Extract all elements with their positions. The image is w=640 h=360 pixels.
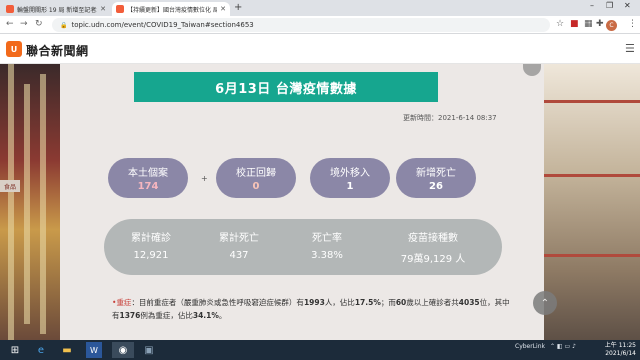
severe-case-note: •重症：目前重症者（嚴重肺炎或急性呼吸窘迫症候群）有1993人，佔比17.5%；… bbox=[112, 296, 512, 322]
clock-time: 上午 11:25 bbox=[604, 342, 636, 349]
stat-value: 12,921 bbox=[133, 250, 169, 261]
note-number: 34.1% bbox=[192, 311, 219, 320]
stat-label: 本土個案 bbox=[128, 168, 168, 179]
stat-new-deaths: 新增死亡 26 bbox=[396, 158, 476, 198]
browser-tab[interactable]: 輪盤開關形 19 局 新增至記者本次 ✕ bbox=[2, 2, 110, 16]
ie-browser-icon[interactable]: e bbox=[30, 342, 52, 358]
note-text: 人，佔比 bbox=[324, 298, 355, 307]
new-tab-button[interactable]: + bbox=[234, 2, 242, 13]
stat-value: 3.38% bbox=[311, 250, 343, 261]
reload-icon[interactable]: ↻ bbox=[35, 19, 43, 29]
background-photo-left: 食品 bbox=[0, 64, 60, 340]
stat-imported-cases: 境外移入 1 bbox=[310, 158, 390, 198]
address-bar[interactable]: 🔒 topic.udn.com/event/COVID19_Taiwan#sec… bbox=[52, 18, 550, 32]
background-photo-right bbox=[544, 64, 640, 340]
stat-label: 疫苗接種數 bbox=[408, 233, 458, 244]
url-text: topic.udn.com/event/COVID19_Taiwan#secti… bbox=[71, 21, 254, 29]
scroll-handle[interactable] bbox=[523, 64, 541, 76]
stat-label: 校正回歸 bbox=[236, 168, 276, 179]
stat-label: 境外移入 bbox=[330, 168, 370, 179]
forward-icon[interactable]: → bbox=[20, 19, 28, 29]
pdf-extension-icon[interactable]: ■ bbox=[570, 19, 579, 29]
stat-label: 死亡率 bbox=[312, 233, 342, 244]
site-favicon-icon bbox=[116, 5, 124, 13]
taskbar: ⊞ e ▬ W ◉ ▣ CyberLink ⌃ ◧ ▭ ♪ 上午 11:25 2… bbox=[0, 340, 640, 360]
stat-vaccinations: 疫苗接種數 79萬9,129 人 bbox=[378, 229, 488, 265]
stat-total-deaths: 累計死亡 437 bbox=[194, 229, 284, 261]
hamburger-menu-icon[interactable]: ☰ bbox=[625, 42, 635, 55]
lock-icon: 🔒 bbox=[60, 21, 68, 29]
stat-label: 新增死亡 bbox=[416, 168, 456, 179]
close-tab-icon[interactable]: ✕ bbox=[100, 5, 106, 13]
file-explorer-icon[interactable]: ▬ bbox=[56, 342, 78, 358]
extension-icon[interactable]: ▦ bbox=[584, 19, 593, 29]
note-keyword: 重症 bbox=[116, 298, 132, 307]
stat-death-rate: 死亡率 3.38% bbox=[282, 229, 372, 261]
stat-total-cases: 累計確診 12,921 bbox=[106, 229, 196, 261]
maximize-icon[interactable]: ❐ bbox=[606, 1, 613, 10]
browser-tab-strip: 輪盤開關形 19 局 新增至記者本次 ✕ 【持續更新】國台灣疫情數位化 局 ✕ … bbox=[0, 0, 640, 16]
store-sign: 食品 bbox=[0, 180, 20, 192]
close-tab-icon[interactable]: ✕ bbox=[220, 5, 226, 13]
note-text: 例為重症，佔比 bbox=[140, 311, 193, 320]
back-to-top-button[interactable]: ⌃ bbox=[533, 291, 557, 315]
star-icon[interactable]: ☆ bbox=[556, 19, 564, 29]
note-text: ；而 bbox=[380, 298, 396, 307]
site-header: U 聯合新聞網 ☰ bbox=[0, 34, 640, 64]
stat-local-cases: 本土個案 174 bbox=[108, 158, 188, 198]
back-icon[interactable]: ← bbox=[6, 19, 14, 29]
word-icon[interactable]: W bbox=[86, 342, 102, 358]
page-title: 6月13日 台灣疫情數據 bbox=[134, 72, 438, 102]
tab-title: 【持續更新】國台灣疫情數位化 局 bbox=[127, 6, 218, 14]
stat-backlog-cases: 校正回歸 0 bbox=[216, 158, 296, 198]
note-number: 60 bbox=[395, 298, 407, 307]
update-timestamp: 更新時間：2021-6-14 08:37 bbox=[403, 114, 497, 122]
tray-icons[interactable]: ⌃ ◧ ▭ ♪ bbox=[550, 343, 576, 350]
note-text: ：目前重症者（嚴重肺炎或急性呼吸窘迫症候群）有 bbox=[131, 298, 304, 307]
clock-date: 2021/6/14 bbox=[605, 350, 636, 357]
stat-label: 累計死亡 bbox=[219, 233, 259, 244]
note-text: 歲以上確診者共 bbox=[406, 298, 459, 307]
note-text: 。 bbox=[218, 311, 227, 320]
content-panel: 6月13日 台灣疫情數據 更新時間：2021-6-14 08:37 本土個案 1… bbox=[60, 64, 544, 340]
menu-kebab-icon[interactable]: ⋮ bbox=[628, 19, 637, 29]
stat-value: 0 bbox=[252, 181, 260, 192]
puzzle-icon[interactable]: ✚ bbox=[596, 19, 604, 29]
note-number: 1993 bbox=[303, 298, 325, 307]
browser-toolbar: ← → ↻ 🔒 topic.udn.com/event/COVID19_Taiw… bbox=[0, 16, 640, 34]
stat-value: 174 bbox=[137, 181, 159, 192]
app-icon[interactable]: ▣ bbox=[138, 342, 160, 358]
cumulative-stats-bar: 累計確診 12,921 累計死亡 437 死亡率 3.38% 疫苗接種數 79萬… bbox=[104, 219, 502, 275]
tab-title: 輪盤開關形 19 局 新增至記者本次 bbox=[17, 6, 97, 14]
close-window-icon[interactable]: ✕ bbox=[624, 1, 631, 10]
profile-avatar[interactable]: C bbox=[606, 20, 617, 31]
windows-start-icon[interactable]: ⊞ bbox=[4, 342, 26, 358]
tray-app-label[interactable]: CyberLink bbox=[515, 343, 545, 350]
stat-label: 累計確診 bbox=[131, 233, 171, 244]
stat-value: 79萬9,129 人 bbox=[400, 254, 466, 265]
plus-sign: + bbox=[201, 174, 208, 183]
browser-tab-active[interactable]: 【持續更新】國台灣疫情數位化 局 ✕ bbox=[112, 2, 230, 16]
chrome-icon[interactable]: ◉ bbox=[112, 342, 134, 358]
note-number: 1376 bbox=[119, 311, 141, 320]
stat-value: 26 bbox=[429, 181, 443, 192]
udn-logo-icon[interactable]: U bbox=[6, 41, 22, 57]
minimize-icon[interactable]: – bbox=[590, 1, 594, 10]
system-clock[interactable]: 上午 11:25 2021/6/14 bbox=[598, 342, 636, 358]
note-number: 4035 bbox=[458, 298, 480, 307]
note-number: 17.5% bbox=[354, 298, 381, 307]
stat-value: 437 bbox=[229, 250, 249, 261]
site-favicon-icon bbox=[6, 5, 14, 13]
site-brand[interactable]: 聯合新聞網 bbox=[26, 42, 89, 59]
stat-value: 1 bbox=[346, 181, 354, 192]
